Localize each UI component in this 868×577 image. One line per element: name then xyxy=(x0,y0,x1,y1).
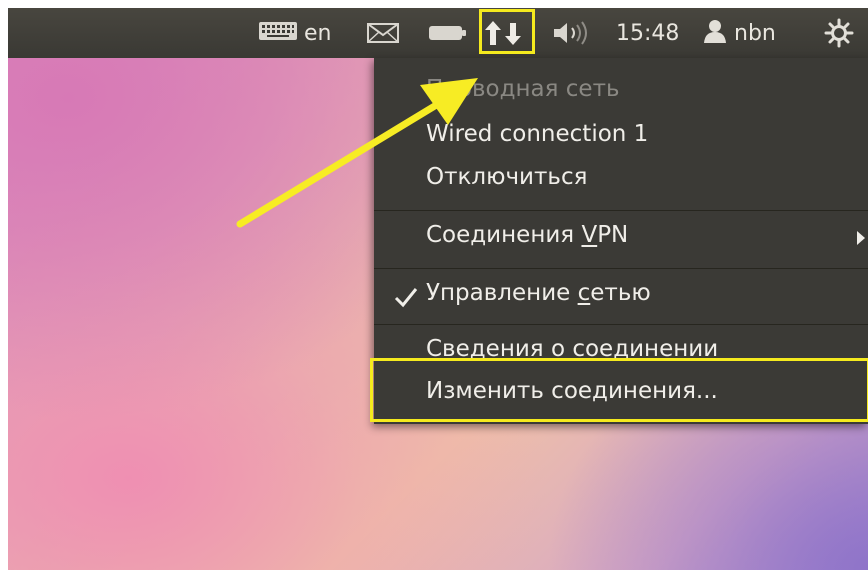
annotation-arrow xyxy=(236,78,478,228)
desktop-wallpaper: en 15:48 nbn Проводная сеть Wired connec… xyxy=(8,8,868,570)
